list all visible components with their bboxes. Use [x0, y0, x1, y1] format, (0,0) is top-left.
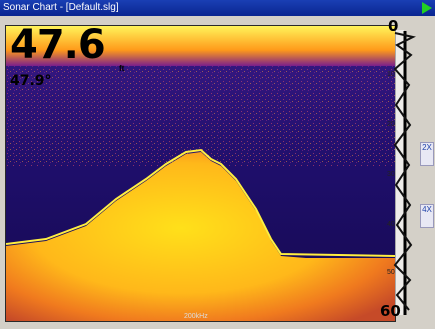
depth-readout: 47.6 — [10, 25, 106, 68]
depth-unit: ft — [119, 64, 125, 73]
depth-scale-top: 0 — [388, 17, 399, 35]
depth-tick-10: 10 — [387, 71, 395, 78]
zoom-4x-tab[interactable]: 4X — [420, 204, 434, 228]
temperature-readout: 47.9° — [10, 73, 52, 89]
window-title: Sonar Chart - [Default.slg] — [3, 2, 119, 13]
play-icon[interactable] — [422, 2, 432, 14]
sonar-graphic — [6, 26, 395, 321]
zoom-2x-tab[interactable]: 2X — [420, 142, 434, 166]
frequency-label: 200kHz — [184, 313, 208, 320]
depth-tick-30: 30 — [387, 171, 395, 178]
sonar-display[interactable]: 47.6 ft 47.9° 200kHz — [5, 25, 396, 322]
depth-tick-40: 40 — [387, 221, 395, 228]
depth-tick-50: 50 — [387, 269, 395, 276]
depth-tick-20: 20 — [387, 121, 395, 128]
depth-scale: 0 10 20 30 40 50 60 — [380, 17, 423, 322]
depth-scale-bottom: 60 — [380, 302, 401, 320]
title-bar: Sonar Chart - [Default.slg] — [0, 0, 435, 16]
